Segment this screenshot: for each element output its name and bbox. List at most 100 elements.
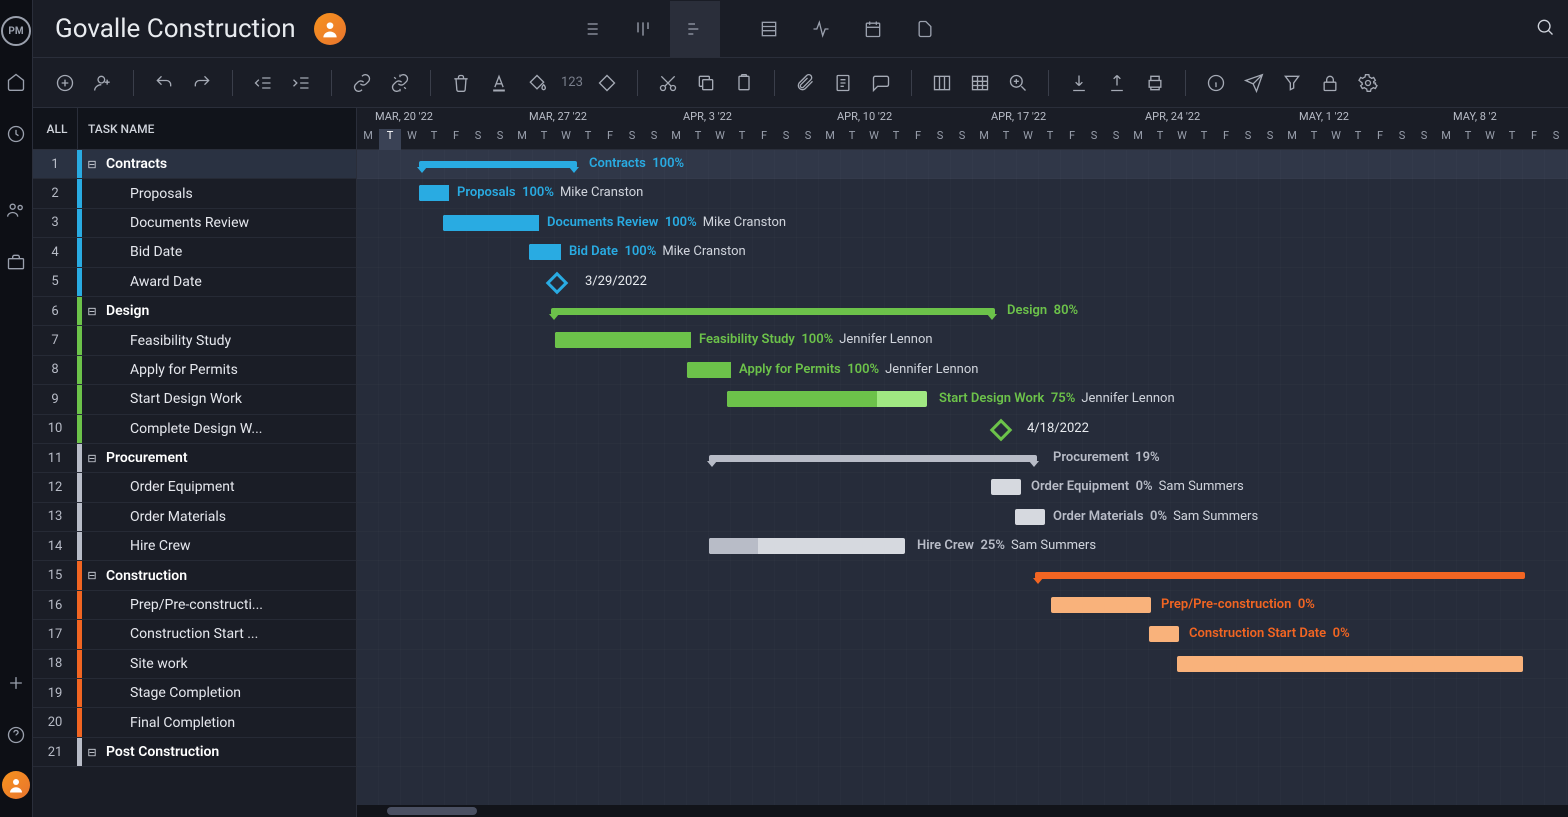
task-row[interactable]: 6 ⊟ Design [33,297,356,326]
gantt-row[interactable]: Design 80% [357,297,1568,326]
gantt-row[interactable] [357,561,1568,590]
gantt-row[interactable] [357,679,1568,708]
task-row[interactable]: 5 Award Date [33,268,356,297]
settings-icon[interactable] [1354,69,1382,97]
view-file-icon[interactable] [900,1,950,57]
send-icon[interactable] [1240,69,1268,97]
user-avatar-small[interactable] [2,771,30,799]
expand-toggle-icon[interactable]: ⊟ [82,305,102,318]
view-board-icon[interactable] [618,1,668,57]
add-person-icon[interactable] [89,69,117,97]
task-row[interactable]: 19 Stage Completion [33,679,356,708]
gantt-row[interactable]: Order Materials 0%Sam Summers [357,503,1568,532]
font-color-icon[interactable] [485,69,513,97]
project-avatar[interactable] [314,13,346,45]
view-activity-icon[interactable] [796,1,846,57]
task-row[interactable]: 12 Order Equipment [33,473,356,502]
gantt-row[interactable]: Apply for Permits 100%Jennifer Lennon [357,356,1568,385]
gantt-row[interactable]: Prep/Pre-construction 0% [357,591,1568,620]
gantt-row[interactable]: Bid Date 100%Mike Cranston [357,238,1568,267]
task-row[interactable]: 18 Site work [33,650,356,679]
expand-toggle-icon[interactable]: ⊟ [82,746,102,759]
gantt-row[interactable]: Feasibility Study 100%Jennifer Lennon [357,326,1568,355]
gantt-row[interactable]: Procurement 19% [357,444,1568,473]
task-row[interactable]: 15 ⊟ Construction [33,561,356,590]
redo-icon[interactable] [188,69,216,97]
paste-icon[interactable] [730,69,758,97]
gantt-row[interactable]: Documents Review 100%Mike Cranston [357,209,1568,238]
task-row[interactable]: 7 Feasibility Study [33,326,356,355]
task-row[interactable]: 2 Proposals [33,179,356,208]
gantt-task-bar[interactable] [1051,597,1151,613]
cut-icon[interactable] [654,69,682,97]
task-row[interactable]: 4 Bid Date [33,238,356,267]
indent-icon[interactable] [287,69,315,97]
gantt-row[interactable]: 4/18/2022 [357,415,1568,444]
gantt-row[interactable]: 3/29/2022 [357,268,1568,297]
gantt-task-bar[interactable] [555,332,691,348]
columns-icon[interactable] [928,69,956,97]
fill-icon[interactable] [523,69,551,97]
home-icon[interactable] [0,66,32,98]
task-row[interactable]: 10 Complete Design W... [33,415,356,444]
help-icon[interactable] [0,719,32,751]
col-name[interactable]: TASK NAME [77,108,154,149]
milestone-icon[interactable] [546,271,569,294]
comment-icon[interactable] [867,69,895,97]
gantt-task-bar[interactable] [991,479,1021,495]
undo-icon[interactable] [150,69,178,97]
expand-toggle-icon[interactable]: ⊟ [82,452,102,465]
gantt-summary-bar[interactable] [709,455,1037,462]
gantt-row[interactable]: Start Design Work 75%Jennifer Lennon [357,385,1568,414]
task-row[interactable]: 3 Documents Review [33,209,356,238]
gantt-task-bar[interactable] [687,362,731,378]
diamond-icon[interactable] [593,69,621,97]
gantt-task-bar[interactable] [443,215,539,231]
info-icon[interactable] [1202,69,1230,97]
expand-toggle-icon[interactable]: ⊟ [82,158,102,171]
import-icon[interactable] [1065,69,1093,97]
gantt-task-bar[interactable] [1015,509,1045,525]
gantt-summary-bar[interactable] [551,308,995,315]
view-sheet-icon[interactable] [744,1,794,57]
print-icon[interactable] [1141,69,1169,97]
lock-icon[interactable] [1316,69,1344,97]
gantt-row[interactable] [357,708,1568,737]
gantt-task-bar[interactable] [529,244,561,260]
view-list-icon[interactable] [566,1,616,57]
gantt-summary-bar[interactable] [419,161,577,168]
horizontal-scrollbar[interactable] [357,805,1568,817]
briefcase-icon[interactable] [0,246,32,278]
view-gantt-icon[interactable] [670,1,720,57]
gantt-task-bar[interactable] [1177,656,1523,672]
task-row[interactable]: 1 ⊟ Contracts [33,150,356,179]
logo-icon[interactable]: PM [1,16,31,46]
outdent-icon[interactable] [249,69,277,97]
task-row[interactable]: 9 Start Design Work [33,385,356,414]
gantt-row[interactable]: Contracts 100% [357,150,1568,179]
copy-icon[interactable] [692,69,720,97]
delete-icon[interactable] [447,69,475,97]
gantt-task-bar[interactable] [1149,626,1179,642]
task-row[interactable]: 11 ⊟ Procurement [33,444,356,473]
gantt-summary-bar[interactable] [1035,572,1525,579]
task-row[interactable]: 8 Apply for Permits [33,356,356,385]
note-icon[interactable] [829,69,857,97]
view-calendar-icon[interactable] [848,1,898,57]
unlink-icon[interactable] [386,69,414,97]
gantt-task-bar[interactable] [709,538,905,554]
col-all[interactable]: ALL [33,122,77,136]
export-icon[interactable] [1103,69,1131,97]
task-row[interactable]: 14 Hire Crew [33,532,356,561]
task-row[interactable]: 13 Order Materials [33,503,356,532]
people-icon[interactable] [0,194,32,226]
milestone-icon[interactable] [990,418,1013,441]
attach-icon[interactable] [791,69,819,97]
recent-icon[interactable] [0,118,32,150]
zoom-icon[interactable] [1004,69,1032,97]
gantt-task-bar[interactable] [727,391,927,407]
add-icon[interactable] [0,667,32,699]
gantt-row[interactable] [357,650,1568,679]
gantt-task-bar[interactable] [419,185,449,201]
filter-icon[interactable] [1278,69,1306,97]
